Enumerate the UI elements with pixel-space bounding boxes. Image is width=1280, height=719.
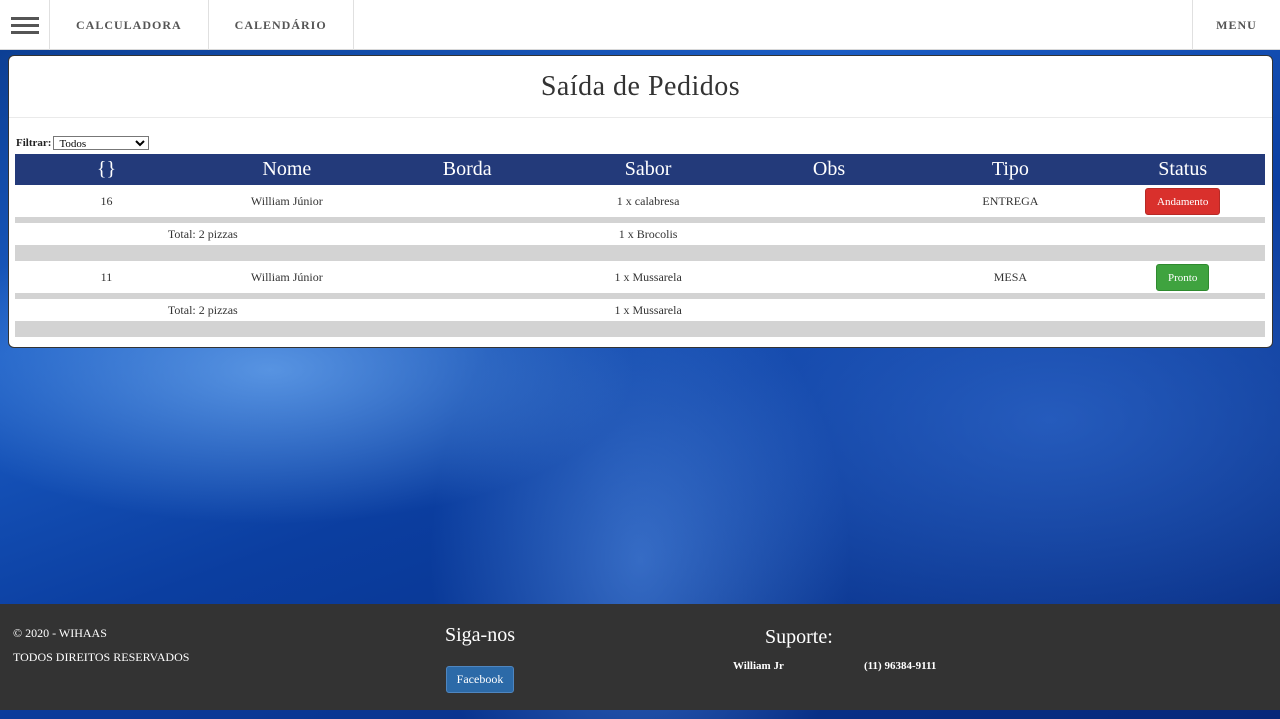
top-navbar: CALCULADORA CALENDÁRIO MENU — [0, 0, 1280, 50]
filter-bar: Filtrar: Todos — [16, 136, 150, 150]
nav-link-calculadora[interactable]: CALCULADORA — [50, 0, 209, 50]
nav-link-calendario[interactable]: CALENDÁRIO — [209, 0, 354, 50]
column-header-obs: Obs — [737, 154, 921, 185]
facebook-button[interactable]: Facebook — [446, 666, 514, 693]
orders-panel: Saída de Pedidos Filtrar: Todos {} Nome … — [8, 55, 1273, 348]
column-header-borda: Borda — [375, 154, 559, 185]
menu-button[interactable]: MENU — [1192, 0, 1280, 50]
order-total: Total: 2 pizzas — [167, 302, 238, 317]
order-status-cell: Andamento — [1100, 185, 1265, 217]
order-id: 11 — [15, 261, 198, 293]
order-obs — [737, 261, 921, 293]
support-name: William Jr — [733, 660, 784, 672]
order-sabor: 1 x Mussarela — [558, 261, 738, 293]
hamburger-line — [10, 16, 39, 20]
order-total: Total: 2 pizzas — [167, 226, 238, 241]
column-header-nome: Nome — [197, 154, 376, 185]
row-separator — [15, 321, 1265, 337]
order-sabor-2: 1 x Brocolis — [558, 223, 738, 245]
row-separator — [15, 245, 1265, 261]
status-pronto-button[interactable]: Pronto — [1156, 263, 1210, 291]
order-name: William Júnior — [197, 185, 376, 217]
column-header-status: Status — [1100, 154, 1265, 185]
table-header-row: {} Nome Borda Sabor Obs Tipo Status — [15, 154, 1265, 185]
column-header-sabor: Sabor — [558, 154, 738, 185]
hamburger-menu-icon[interactable] — [0, 0, 50, 50]
filter-label: Filtrar: — [16, 137, 52, 149]
footer-copyright-block: © 2020 - WIHAAS TODOS DIREITOS RESERVADO… — [13, 621, 189, 669]
table-row: 16 William Júnior 1 x calabresa ENTREGA … — [15, 185, 1265, 217]
copyright-text: © 2020 - WIHAAS — [13, 626, 107, 640]
footer: © 2020 - WIHAAS TODOS DIREITOS RESERVADO… — [0, 604, 1280, 710]
order-obs — [737, 185, 921, 217]
table-row-detail: Total: 2 pizzas 1 x Brocolis — [15, 223, 1265, 245]
order-borda — [375, 261, 559, 293]
table-row-detail: Total: 2 pizzas 1 x Mussarela — [15, 299, 1265, 321]
column-header-id: {} — [15, 154, 198, 185]
table-row: 11 William Júnior 1 x Mussarela MESA Pro… — [15, 261, 1265, 293]
hamburger-line — [10, 30, 39, 34]
order-sabor: 1 x calabresa — [558, 185, 738, 217]
page-title: Saída de Pedidos — [9, 56, 1272, 118]
follow-title: Siga-nos — [445, 624, 515, 646]
support-phone: (11) 96384-9111 — [864, 660, 937, 672]
order-id: 16 — [15, 185, 198, 217]
status-andamento-button[interactable]: Andamento — [1145, 187, 1221, 215]
order-tipo: MESA — [920, 261, 1101, 293]
support-title: Suporte: — [765, 626, 833, 648]
column-header-tipo: Tipo — [920, 154, 1101, 185]
order-status-cell: Pronto — [1100, 261, 1265, 293]
order-borda — [375, 185, 559, 217]
order-sabor-2: 1 x Mussarela — [558, 299, 738, 321]
hamburger-line — [10, 23, 39, 27]
rights-text: TODOS DIREITOS RESERVADOS — [13, 650, 190, 664]
navbar-spacer — [354, 0, 1192, 49]
orders-table: {} Nome Borda Sabor Obs Tipo Status 16 W… — [15, 154, 1265, 337]
filter-select[interactable]: Todos — [53, 136, 150, 150]
order-tipo: ENTREGA — [920, 185, 1101, 217]
order-name: William Júnior — [197, 261, 376, 293]
